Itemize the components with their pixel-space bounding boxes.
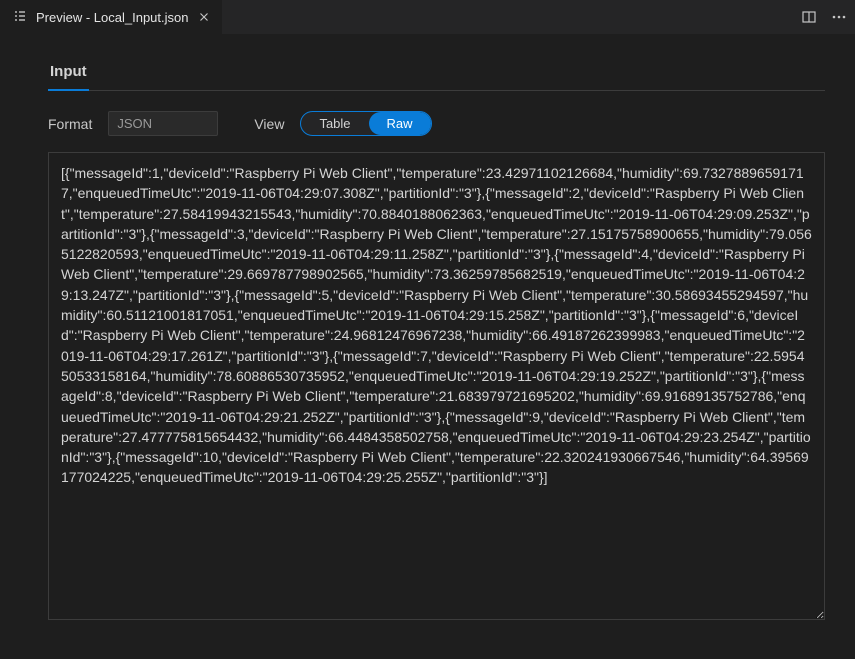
format-group: Format bbox=[48, 111, 218, 136]
preview-pane: Input Format View Table Raw [{"messageId… bbox=[0, 35, 855, 640]
controls-row: Format View Table Raw bbox=[48, 111, 825, 136]
section-tabs: Input bbox=[48, 55, 825, 91]
format-field[interactable] bbox=[108, 111, 218, 136]
tab-preview-local-input[interactable]: Preview - Local_Input.json bbox=[0, 0, 223, 34]
view-group: View Table Raw bbox=[254, 111, 431, 136]
format-label: Format bbox=[48, 116, 92, 132]
more-actions-icon[interactable] bbox=[831, 9, 847, 25]
tab-title: Preview - Local_Input.json bbox=[36, 10, 188, 25]
view-label: View bbox=[254, 116, 284, 132]
split-editor-icon[interactable] bbox=[801, 9, 817, 25]
section-tab-input[interactable]: Input bbox=[48, 55, 89, 90]
editor-tabs: Preview - Local_Input.json bbox=[0, 0, 855, 35]
editor-actions bbox=[793, 0, 855, 34]
view-option-raw[interactable]: Raw bbox=[369, 112, 431, 135]
close-icon[interactable] bbox=[196, 9, 212, 25]
view-toggle: Table Raw bbox=[300, 111, 431, 136]
list-icon bbox=[12, 8, 28, 27]
view-option-table[interactable]: Table bbox=[301, 112, 368, 135]
raw-json-viewer[interactable]: [{"messageId":1,"deviceId":"Raspberry Pi… bbox=[48, 152, 825, 620]
